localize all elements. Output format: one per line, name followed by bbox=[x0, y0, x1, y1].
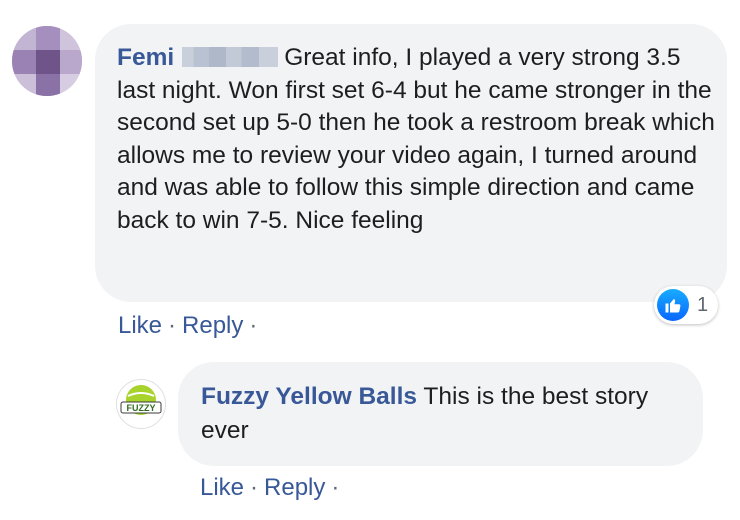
reply-actions: Like · Reply · bbox=[200, 474, 345, 502]
action-separator: · bbox=[250, 474, 259, 501]
like-button[interactable]: Like bbox=[118, 312, 162, 339]
action-separator: · bbox=[168, 312, 177, 339]
action-separator: · bbox=[249, 312, 258, 339]
comment-actions: Like · Reply · bbox=[118, 312, 263, 340]
comment-body: Femi Great info, I played a very strong 3… bbox=[117, 42, 717, 238]
reply-like-button[interactable]: Like bbox=[200, 474, 244, 501]
fuzzy-ball-logo-icon: FUZZY bbox=[120, 385, 162, 415]
reaction-summary[interactable]: 1 bbox=[654, 286, 719, 324]
reply-author-link[interactable]: Fuzzy Yellow Balls bbox=[201, 383, 417, 410]
comment-text: Great info, I played a very strong 3.5 l… bbox=[117, 44, 715, 234]
page-avatar[interactable]: FUZZY bbox=[116, 379, 166, 429]
svg-text:FUZZY: FUZZY bbox=[127, 403, 156, 413]
action-separator: · bbox=[331, 474, 340, 501]
redacted-surname bbox=[182, 47, 279, 67]
reaction-count: 1 bbox=[697, 293, 709, 316]
reply-bubble: Fuzzy Yellow Balls This is the best stor… bbox=[178, 362, 703, 466]
reply-reply-button[interactable]: Reply bbox=[264, 474, 325, 501]
commenter-avatar[interactable] bbox=[12, 26, 82, 96]
reply-button[interactable]: Reply bbox=[182, 312, 243, 339]
comment-author-link[interactable]: Femi bbox=[117, 44, 174, 71]
comment-bubble: Femi Great info, I played a very strong 3… bbox=[95, 24, 727, 302]
like-reaction-icon bbox=[657, 289, 689, 321]
reply-body: Fuzzy Yellow Balls This is the best stor… bbox=[201, 380, 681, 448]
